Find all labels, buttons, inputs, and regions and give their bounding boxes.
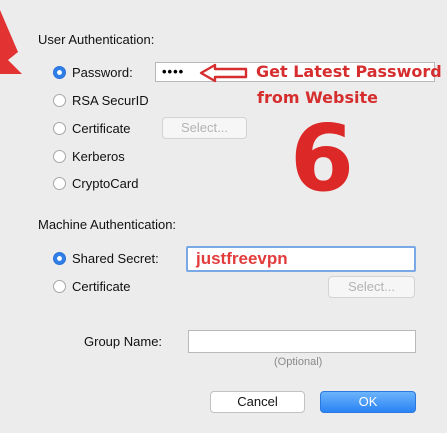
radio-label-shared-secret: Shared Secret:: [72, 250, 159, 266]
radio-indicator-selected[interactable]: [53, 65, 66, 79]
user-cert-select-button[interactable]: Select...: [162, 117, 247, 139]
radio-indicator[interactable]: [53, 279, 66, 293]
optional-hint: (Optional): [274, 356, 323, 368]
radio-indicator[interactable]: [53, 176, 66, 190]
radio-label-certificate: Certificate: [72, 120, 131, 136]
machine-cert-select-button[interactable]: Select...: [328, 276, 415, 298]
radio-password[interactable]: Password:: [53, 62, 133, 82]
radio-indicator-selected[interactable]: [53, 251, 66, 265]
group-name-field[interactable]: [188, 330, 416, 353]
radio-label-kerberos: Kerberos: [72, 148, 125, 164]
password-value: ••••: [162, 64, 185, 79]
radio-certificate-user[interactable]: Certificate: [53, 118, 131, 138]
left-arrow-icon: [199, 63, 248, 83]
radio-kerberos[interactable]: Kerberos: [53, 146, 125, 166]
radio-label-certificate-machine: Certificate: [72, 278, 131, 294]
machine-auth-title: Machine Authentication:: [38, 217, 177, 232]
radio-label-password: Password:: [72, 64, 133, 80]
radio-cryptocard[interactable]: CryptoCard: [53, 173, 138, 193]
radio-indicator[interactable]: [53, 93, 66, 107]
group-name-label: Group Name:: [84, 334, 163, 349]
user-auth-title: User Authentication:: [38, 32, 155, 47]
radio-indicator[interactable]: [53, 149, 66, 163]
cancel-button[interactable]: Cancel: [210, 391, 305, 413]
radio-certificate-machine[interactable]: Certificate: [53, 276, 131, 296]
radio-shared-secret[interactable]: Shared Secret:: [53, 248, 159, 268]
radio-label-cryptocard: CryptoCard: [72, 175, 139, 191]
annotation-line-1: Get Latest Password: [256, 62, 442, 81]
shared-secret-value: justfreevpn: [196, 249, 288, 268]
shared-secret-field[interactable]: justfreevpn: [186, 246, 416, 272]
radio-indicator[interactable]: [53, 121, 66, 135]
corner-annotation-arrow: [0, 10, 22, 74]
radio-label-rsa: RSA SecurID: [72, 92, 149, 108]
radio-rsa-securid[interactable]: RSA SecurID: [53, 90, 149, 110]
ok-button[interactable]: OK: [320, 391, 416, 413]
step-number: 6: [290, 105, 355, 212]
